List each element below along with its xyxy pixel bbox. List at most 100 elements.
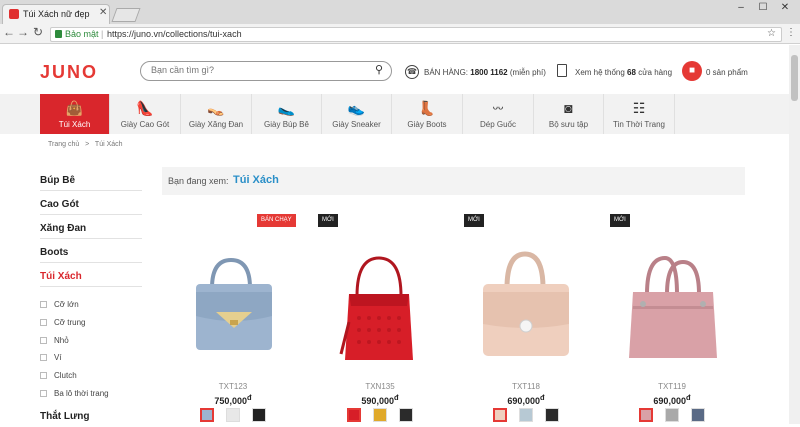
search-input[interactable] bbox=[151, 65, 371, 75]
scrollbar-thumb[interactable] bbox=[791, 55, 798, 101]
site-logo[interactable]: JUNO bbox=[40, 62, 98, 83]
hotline-label: BÁN HÀNG: bbox=[424, 68, 469, 77]
sneaker-icon: 👟 bbox=[347, 100, 366, 116]
color-swatch[interactable] bbox=[373, 408, 387, 422]
nav-label: Giày Sneaker bbox=[332, 120, 381, 129]
nav-item-giay-bup-be[interactable]: 🥿 Giày Búp Bê bbox=[252, 94, 322, 134]
checkbox[interactable] bbox=[40, 319, 47, 326]
color-swatch[interactable] bbox=[638, 408, 653, 422]
filter-ba-lo[interactable]: Ba lô thời trang bbox=[40, 389, 109, 398]
filter-co-trung[interactable]: Cỡ trung bbox=[40, 318, 85, 327]
color-swatch[interactable] bbox=[399, 408, 414, 422]
color-swatch[interactable] bbox=[199, 408, 214, 422]
product-card[interactable]: MỚI TXN135 590,000đ bbox=[315, 212, 445, 424]
checkbox[interactable] bbox=[40, 354, 47, 361]
badge-new: MỚI bbox=[464, 214, 484, 227]
filter-nho[interactable]: Nhỏ bbox=[40, 336, 69, 345]
bookmark-star-icon[interactable]: ☆ bbox=[767, 28, 776, 39]
checkbox[interactable] bbox=[40, 372, 47, 379]
product-code: TXT119 bbox=[658, 382, 686, 391]
minimize-icon[interactable]: – bbox=[730, 0, 752, 16]
hotline-number: 1800 1162 bbox=[470, 68, 508, 77]
high-heel-icon: 👠 bbox=[136, 100, 154, 116]
color-swatch[interactable] bbox=[545, 408, 560, 422]
color-swatch[interactable] bbox=[519, 408, 533, 422]
product-image[interactable] bbox=[168, 242, 298, 372]
current-view-value: Túi Xách bbox=[233, 174, 279, 186]
browser-menu-icon[interactable]: ⋮ bbox=[786, 27, 796, 38]
maximize-icon[interactable]: ☐ bbox=[752, 0, 774, 16]
search-icon[interactable]: ⚲ bbox=[375, 63, 383, 76]
cart-count[interactable]: 0 sản phẩm bbox=[706, 68, 748, 77]
sidebar-item-boots[interactable]: Boots bbox=[40, 247, 142, 263]
lock-icon bbox=[55, 30, 62, 38]
badge-best-seller: BÁN CHẠY bbox=[257, 214, 296, 227]
nav-item-giay-sneaker[interactable]: 👟 Giày Sneaker bbox=[322, 94, 392, 134]
url-text[interactable]: https://juno.vn/collections/tui-xach bbox=[107, 29, 242, 39]
sidebar-item-cao-got[interactable]: Cao Gót bbox=[40, 199, 142, 215]
cart-bag-icon[interactable]: ■ bbox=[682, 61, 702, 81]
hotline[interactable]: BÁN HÀNG: 1800 1162 (miễn phí) bbox=[424, 68, 546, 77]
sidebar-item-bup-be[interactable]: Búp Bê bbox=[40, 175, 142, 191]
product-image[interactable] bbox=[315, 242, 445, 372]
new-tab-button[interactable] bbox=[111, 8, 141, 22]
breadcrumb-home[interactable]: Trang chủ bbox=[48, 141, 79, 148]
nav-item-tin-thoi-trang[interactable]: ☷ Tin Thời Trang bbox=[604, 94, 675, 134]
nav-label: Giày Xăng Đan bbox=[188, 120, 244, 129]
color-swatch[interactable] bbox=[691, 408, 706, 422]
product-code: TXT118 bbox=[512, 382, 540, 391]
reload-icon[interactable]: ↻ bbox=[31, 25, 45, 39]
nav-label: Túi Xách bbox=[58, 120, 91, 129]
sidebar-item-xang-dan[interactable]: Xăng Đan bbox=[40, 223, 142, 239]
browser-tab[interactable]: Túi Xách nữ đẹp ✕ bbox=[2, 4, 110, 24]
page-scrollbar[interactable] bbox=[789, 45, 800, 424]
product-code: TXN135 bbox=[365, 382, 395, 391]
tab-title: Túi Xách nữ đẹp bbox=[23, 9, 90, 19]
nav-item-giay-boots[interactable]: 👢 Giày Boots bbox=[392, 94, 463, 134]
checkbox[interactable] bbox=[40, 337, 47, 344]
stores-prefix: Xem hệ thống bbox=[575, 68, 625, 77]
nav-item-bo-suu-tap[interactable]: ◙ Bộ sưu tập bbox=[534, 94, 604, 134]
divider bbox=[40, 286, 142, 287]
filter-clutch[interactable]: Clutch bbox=[40, 371, 77, 380]
browser-tab-bar: Túi Xách nữ đẹp ✕ – ☐ ✕ bbox=[0, 0, 800, 24]
filter-vi[interactable]: Ví bbox=[40, 353, 62, 362]
store-locator-link[interactable]: Xem hệ thống 68 cửa hàng bbox=[575, 68, 672, 77]
color-swatch[interactable] bbox=[252, 408, 267, 422]
color-swatches bbox=[461, 408, 591, 424]
checkbox[interactable] bbox=[40, 301, 47, 308]
product-image[interactable] bbox=[607, 242, 737, 372]
close-window-icon[interactable]: ✕ bbox=[774, 0, 796, 16]
color-swatch[interactable] bbox=[492, 408, 507, 422]
category-nav: 👜 Túi Xách 👠 Giày Cao Gót 👡 Giày Xăng Đa… bbox=[0, 94, 800, 134]
nav-item-giay-cao-got[interactable]: 👠 Giày Cao Gót bbox=[110, 94, 181, 134]
search-box[interactable]: ⚲ bbox=[140, 61, 392, 81]
back-icon[interactable]: ← bbox=[2, 25, 16, 39]
sidebar-item-tui-xach[interactable]: Túi Xách bbox=[40, 271, 142, 286]
product-code: TXT123 bbox=[218, 382, 248, 391]
filter-label: Cỡ lớn bbox=[54, 300, 79, 309]
color-swatch[interactable] bbox=[346, 408, 361, 422]
filter-label: Ba lô thời trang bbox=[54, 389, 109, 398]
filter-co-lon[interactable]: Cỡ lớn bbox=[40, 300, 79, 309]
nav-item-dep-guoc[interactable]: ᵕᵕ Dép Guốc bbox=[463, 94, 534, 134]
address-bar[interactable]: Bảo mật | https://juno.vn/collections/tu… bbox=[50, 27, 782, 42]
product-price: 590,000đ bbox=[315, 393, 445, 406]
nav-item-tui-xach[interactable]: 👜 Túi Xách bbox=[40, 94, 110, 134]
currency: đ bbox=[246, 393, 252, 402]
forward-icon[interactable]: → bbox=[16, 25, 30, 39]
product-card[interactable]: MỚI TXT119 690,000đ bbox=[607, 212, 737, 424]
nav-item-giay-xang-dan[interactable]: 👡 Giày Xăng Đan bbox=[181, 94, 252, 134]
flip-flop-icon: ᵕᵕ bbox=[492, 100, 504, 116]
product-image[interactable] bbox=[461, 242, 591, 372]
price-value: 690,000 bbox=[653, 396, 686, 406]
stores-count: 68 bbox=[627, 68, 636, 77]
product-card[interactable]: BÁN CHẠY TXT123 750,000đ bbox=[168, 212, 298, 424]
color-swatch[interactable] bbox=[665, 408, 679, 422]
tab-close-icon[interactable]: ✕ bbox=[99, 7, 107, 18]
color-swatch[interactable] bbox=[226, 408, 240, 422]
color-swatches bbox=[315, 408, 445, 424]
checkbox[interactable] bbox=[40, 390, 47, 397]
product-card[interactable]: MỚI TXT118 690,000đ bbox=[461, 212, 591, 424]
store-icon bbox=[557, 64, 567, 77]
